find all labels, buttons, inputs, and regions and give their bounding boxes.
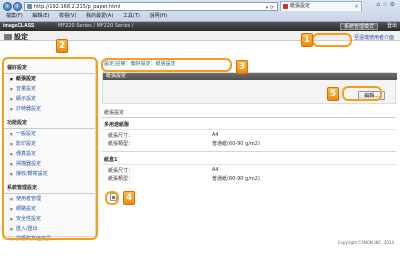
menu-bar: 檔案(F) 編輯(E) 檢視(V) 我的最愛(A) 工具(T) 說明(H): [0, 12, 400, 21]
menu-favorites[interactable]: 我的最愛(A): [86, 13, 113, 19]
admin-mode-button[interactable]: 系統管理模式: [339, 23, 378, 30]
divider: [102, 151, 396, 152]
menu-edit[interactable]: 編輯(E): [32, 13, 49, 19]
browser-chrome: ‹ › http://192.168.2.215/p_paper.html ▾ …: [0, 0, 400, 22]
callout-5: 5: [327, 87, 339, 101]
highlight-ring-admin: [312, 33, 352, 47]
forward-icon[interactable]: ›: [13, 2, 22, 11]
callout-4: 4: [123, 191, 135, 205]
group-title-mp-tray: 多用途紙盤: [102, 120, 396, 130]
tab-close-icon[interactable]: ×: [354, 2, 359, 11]
paper-settings-list: 紙張設定 多用途紙盤 紙張尺寸： A4 紙張類型： 普通紙(60-90 g/m2…: [102, 108, 396, 203]
back-icon[interactable]: ‹: [3, 2, 12, 11]
highlight-ring-breadcrumb: [101, 58, 232, 72]
tab-title: 紙張設定: [290, 3, 311, 9]
callout-1: 1: [301, 33, 313, 47]
refresh-icon[interactable]: ▾ ⟳: [266, 4, 274, 12]
address-bar[interactable]: http://192.168.2.215/p_paper.html ▾ ⟳: [24, 2, 278, 11]
menu-help[interactable]: 說明(H): [149, 13, 167, 19]
row-key: 紙張尺寸：: [108, 168, 134, 174]
page-title: 設定: [4, 32, 28, 42]
panel-title: 紙張設定: [103, 73, 397, 80]
browser-tab[interactable]: 紙張設定 ×: [280, 1, 362, 11]
menu-file[interactable]: 檔案(F): [6, 13, 23, 19]
window-tools-icons[interactable]: ⌂☆⚙: [376, 1, 397, 8]
address-url: http://192.168.2.215/p_paper.html: [34, 4, 121, 10]
menu-tools[interactable]: 工具(T): [123, 13, 140, 19]
list-item: 紙張尺寸： A4: [102, 132, 396, 140]
list-item: 紙張類型： 普通紙(60-90 g/m2): [102, 175, 396, 183]
page-icon: [27, 4, 32, 9]
tab-favicon-icon: [283, 4, 288, 9]
copyright-text: Copyright CANON INC. 2014: [337, 240, 394, 245]
row-key: 紙張類型：: [108, 141, 134, 147]
row-value: A4: [212, 132, 219, 138]
highlight-ring-page-icon: [105, 191, 119, 205]
menu-view[interactable]: 檢視(V): [59, 13, 76, 19]
logout-link[interactable]: 登出: [387, 22, 397, 31]
list-item: 紙張類型： 普通紙(60-90 g/m2): [102, 140, 396, 148]
model-name: MF220 Series / MF220 Series /: [58, 23, 134, 29]
row-value: A4: [212, 167, 219, 173]
callout-2: 2: [56, 39, 68, 53]
row-key: 紙張尺寸：: [108, 133, 134, 139]
callout-3: 3: [236, 60, 248, 74]
highlight-ring-edit: [342, 86, 382, 101]
app-header: imageCLASS MF220 Series / MF220 Series /…: [0, 22, 400, 31]
group-title-drawer-1: 紙盒1: [102, 155, 396, 165]
list-item: 紙張尺寸： A4: [102, 167, 396, 175]
row-value: 普通紙(60-90 g/m2): [212, 141, 260, 147]
highlight-ring-sidebar: [2, 57, 98, 240]
portal-link[interactable]: 至遠端使用者介面: [354, 34, 394, 41]
row-value: 普通紙(60-90 g/m2): [212, 176, 260, 182]
brand-logo: imageCLASS: [3, 23, 35, 29]
section-title: 紙張設定: [102, 108, 396, 118]
row-key: 紙張類型：: [108, 176, 134, 182]
settings-icon: [4, 34, 12, 40]
